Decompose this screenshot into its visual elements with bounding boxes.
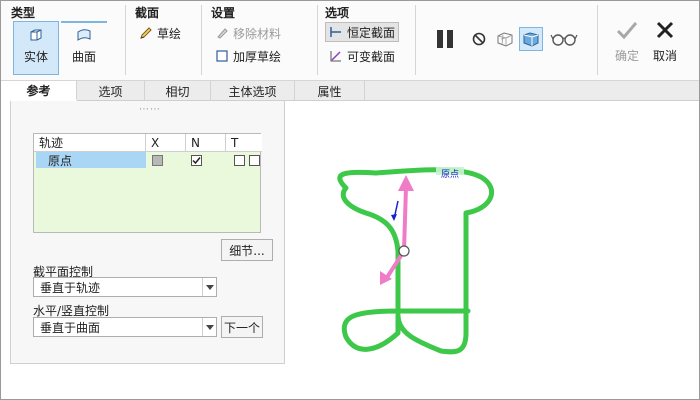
thicken-sketch-label: 加厚草绘 [233,49,282,64]
tab-bar: 参考 选项 相切 主体选项 属性 [1,81,699,101]
separator [125,5,126,75]
horizontal-vertical-control-dropdown[interactable]: 垂直于曲面 [33,317,217,337]
chevron-down-icon [202,318,216,336]
sweep-feature-window: 类型 实体 曲面 截面 草绘 设置 移除材料 加厚草绘 选项 恒定截面 可变截面… [0,0,700,400]
variable-section-label: 可变截面 [347,49,396,64]
solid-label: 实体 [23,50,48,64]
checkmark-icon [616,22,638,40]
surface-button[interactable]: 曲面 [61,21,107,75]
chevron-down-icon [202,278,216,296]
ribbon: 类型 实体 曲面 截面 草绘 设置 移除材料 加厚草绘 选项 恒定截面 可变截面… [1,1,699,81]
panel-grip[interactable]: ⋯⋯ [139,104,161,115]
separator [597,5,598,75]
glasses-icon [550,34,578,46]
remove-material-label: 移除材料 [233,26,282,41]
no-preview-icon [472,32,486,46]
header-t: T [226,134,262,152]
sketch-label: 草绘 [157,26,182,41]
solid-icon [30,29,42,41]
glasses-button[interactable] [549,27,579,51]
mesh-preview-icon [497,32,513,47]
separator [317,5,318,75]
section-plane-control-dropdown[interactable]: 垂直于轨迹 [33,277,217,297]
constant-section-icon [330,27,341,37]
next-button[interactable]: 下一个 [221,316,263,338]
group-title-settings: 设置 [211,6,236,20]
shaded-preview-icon [523,32,539,47]
surface-icon [77,29,91,41]
surface-underline [61,21,107,23]
small-arrow-head [391,214,397,221]
solid-button[interactable]: 实体 [13,21,59,75]
references-panel: ⋯⋯ 轨迹 X N T 原点 细节... 截平面控制 垂直于轨迹 水平/竖直控制… [10,101,285,364]
sketch-icon [140,27,152,39]
thicken-sketch-icon [216,50,228,62]
ok-button[interactable]: 确定 [607,19,647,69]
section-plane-control-value: 垂直于轨迹 [40,280,101,295]
header-x: X [146,134,186,152]
surface-label: 曲面 [71,50,96,64]
sketch-button[interactable]: 草绘 [135,23,185,43]
header-trajectory: 轨迹 [34,134,146,152]
mesh-preview-button[interactable] [493,27,517,51]
header-n: N [186,134,226,152]
variable-section-icon [330,51,341,62]
tab-references[interactable]: 参考 [1,81,77,101]
horizontal-vertical-control-value: 垂直于曲面 [40,320,101,335]
n-checkbox[interactable] [191,152,202,168]
constant-section-button[interactable]: 恒定截面 [325,22,400,42]
pause-icon [437,30,453,48]
tab-body-options[interactable]: 主体选项 [211,81,295,101]
thicken-sketch-button[interactable]: 加厚草绘 [211,46,285,66]
direction-arrow[interactable] [402,186,408,252]
trajectory-table: 轨迹 X N T 原点 [33,133,262,233]
trajectory-name[interactable]: 原点 [36,152,146,168]
x-checkbox[interactable] [152,152,163,168]
cancel-label: 取消 [652,49,677,63]
tab-tangency[interactable]: 相切 [145,81,211,101]
close-icon [656,21,674,39]
origin-point[interactable] [398,245,410,257]
direction-arrow-head [398,175,414,191]
details-button[interactable]: 细节... [221,239,273,261]
trajectory-curve[interactable] [337,167,495,355]
origin-label: 原点 [441,169,459,180]
pause-button[interactable] [433,27,457,51]
cancel-button[interactable]: 取消 [645,19,685,69]
remove-material-icon [217,28,228,39]
group-title-type: 类型 [11,6,36,20]
ok-label: 确定 [614,49,639,63]
tab-properties[interactable]: 属性 [295,81,365,101]
remove-material-button[interactable]: 移除材料 [211,23,285,43]
shaded-preview-button[interactable] [519,27,543,51]
checkmark-icon [192,156,201,164]
separator [415,5,416,75]
no-preview-button[interactable] [467,27,491,51]
t-checkboxes[interactable] [234,152,260,168]
group-title-options: 选项 [325,6,350,20]
variable-section-button[interactable]: 可变截面 [325,46,399,66]
model-view[interactable]: 原点 [286,101,699,399]
graphics-canvas[interactable]: 原点 [286,101,699,399]
constant-section-label: 恒定截面 [347,25,396,40]
tab-options[interactable]: 选项 [77,81,145,101]
separator [201,5,202,75]
group-title-section: 截面 [135,6,160,20]
